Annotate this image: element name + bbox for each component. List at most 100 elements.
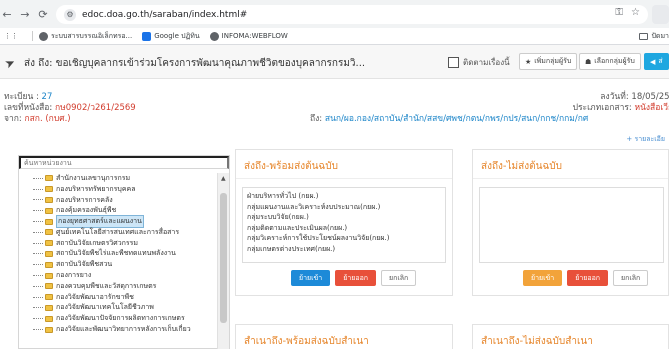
tree-item-label: กองการยาง: [56, 271, 92, 280]
tree-item-label: สถาบันวิจัยพืชสวน: [56, 260, 113, 269]
bookmark-item[interactable]: ระบบสารบรรณอิเล็กทรอ...: [39, 31, 132, 42]
folder-icon: [45, 229, 53, 236]
select-group-label: เลือกกลุ่มผู้รับ: [594, 57, 635, 65]
tree-item-label: กองวิจัยพัฒนาอารักขาพืช: [56, 292, 134, 301]
tree-item[interactable]: กองยุทธศาสตร์และแผนงาน: [19, 215, 217, 229]
recipient-item[interactable]: กลุ่มแผนงานและวิเคราะห์งบประมาณ(กยผ.): [247, 202, 441, 213]
cancel-button[interactable]: ยกเลิก: [613, 270, 649, 286]
address-bar[interactable]: ⚙ edoc.doa.go.th/saraban/index.html# ⚿ ☆: [56, 5, 648, 24]
tree-item-label: กองวิจัยพัฒนาปัจจัยการผลิตทางการเกษตร: [56, 314, 185, 323]
key-icon[interactable]: ⚿: [615, 7, 623, 18]
move-in-button[interactable]: ย้ายเข้า: [291, 270, 331, 286]
folder-icon: [45, 196, 53, 203]
follow-checkbox[interactable]: [448, 57, 459, 68]
calendar-icon: [142, 31, 152, 41]
send-button[interactable]: ◀ ส่: [644, 53, 669, 70]
tree-item[interactable]: กองควบคุมพืชและวัสดุการเกษตร: [19, 281, 217, 292]
all-bookmarks[interactable]: ปัดมา: [639, 31, 669, 42]
forward-arrow-icon[interactable]: →: [18, 7, 32, 21]
from-line: จาก: กสก. (กบศ.): [4, 111, 71, 125]
tree-item-label: กองบริหารทรัพยากรบุคคล: [56, 184, 136, 193]
bookmark-item[interactable]: Google ปฏิทิน: [142, 31, 200, 42]
scroll-thumb[interactable]: [220, 193, 227, 323]
tree-item[interactable]: กองวิจัยพัฒนาปัจจัยการผลิตทางการเกษตร: [19, 313, 217, 324]
tree-item[interactable]: กองวิจัยและพัฒนาวิทยาการหลังการเก็บเกี่ย…: [19, 324, 217, 335]
department-tree-panel: สำนักงานเลขานุการกรมกองบริหารทรัพยากรบุค…: [18, 155, 230, 349]
move-out-button[interactable]: ย้ายออก: [335, 270, 377, 286]
tree-item[interactable]: กองการยาง: [19, 270, 217, 281]
tree-connector: [33, 242, 43, 244]
folder-icon: [45, 294, 53, 301]
to-line: ถึง: สนก/ผอ.กอง/สถาบัน/สำนัก/สสข/ศพช/กตน…: [310, 111, 588, 125]
folder-icon: [45, 186, 53, 193]
card-divider: [473, 178, 668, 179]
cancel-button[interactable]: ยกเลิก: [381, 270, 417, 286]
extension-icon[interactable]: [652, 5, 669, 24]
select-group-button[interactable]: ☗ เลือกกลุ่มผู้รับ: [579, 53, 641, 70]
department-search-input[interactable]: [19, 156, 229, 169]
tree-item-label: กองควบคุมพืชและวัสดุการเกษตร: [56, 281, 157, 290]
send-without-original-card: ส่งถึง-ไม่ส่งต้นฉบับ ย้ายเข้า ย้ายออก ยก…: [472, 149, 669, 296]
tree-item-label: สำนักงานเลขานุการกรม: [56, 173, 131, 182]
tree-item[interactable]: สถาบันวิจัยพืชไร่และพืชทดแทนพลังงาน: [19, 249, 217, 260]
tree-connector: [33, 307, 43, 309]
tree-connector: [33, 177, 43, 179]
scroll-up-arrow-icon[interactable]: ▲: [221, 175, 226, 182]
add-group-button[interactable]: ★ เพิ่มกลุ่มผู้รับ: [519, 53, 578, 70]
more-details-link[interactable]: + รายละเอีย: [626, 134, 665, 145]
tree-item[interactable]: กองบริหารการคลัง: [19, 195, 217, 206]
doc-type-value: หนังสือเวีย: [634, 103, 669, 113]
tree-item[interactable]: สถาบันวิจัยพืชสวน: [19, 259, 217, 270]
folder-icon: [45, 272, 53, 279]
folder-icon: [45, 261, 53, 268]
tree-connector: [33, 264, 43, 266]
recipient-list[interactable]: ฝ่ายบริหารทั่วไป (กยผ.) กลุ่มแผนงานและวิเ…: [242, 187, 446, 263]
star-icon[interactable]: ☆: [631, 7, 640, 18]
tree-connector: [33, 253, 43, 255]
tree-item[interactable]: กองบริหารทรัพยากรบุคคล: [19, 184, 217, 195]
bookmark-label: ปัดมา: [651, 31, 669, 40]
tree-item-label: สถาบันวิจัยพืชไร่และพืชทดแทนพลังงาน: [56, 249, 176, 258]
recipient-item[interactable]: กลุ่มวิเคราะห์การใช้ประโยชน์ผลงานวิจัย(ก…: [247, 233, 441, 244]
tree-connector: [33, 231, 43, 233]
card-divider: [236, 178, 452, 179]
folder-icon: [45, 207, 53, 214]
star-icon: ★: [525, 57, 532, 66]
recipient-item[interactable]: กลุ่มระบบวิจัย(กยผ.): [247, 212, 441, 223]
folder-icon: [45, 250, 53, 257]
tree-item[interactable]: สำนักงานเลขานุการกรม: [19, 173, 217, 184]
back-arrow-icon[interactable]: ←: [0, 7, 14, 21]
move-in-button[interactable]: ย้ายเข้า: [523, 270, 563, 286]
move-out-button[interactable]: ย้ายออก: [567, 270, 609, 286]
recipient-item[interactable]: กลุ่มเกษตรต่างประเทศ(กยผ.): [247, 244, 441, 255]
tree-item[interactable]: สถาบันวิจัยเกษตรวิศวกรรม: [19, 238, 217, 249]
site-settings-icon[interactable]: ⚙: [64, 8, 76, 21]
folder-icon: [639, 32, 649, 40]
tree-item[interactable]: กองวิจัยพัฒนาเทคโนโลยีชีวภาพ: [19, 303, 217, 314]
folder-icon: [45, 315, 53, 322]
recipient-list[interactable]: [479, 187, 664, 263]
to-label: ถึง:: [310, 114, 323, 124]
tree-item[interactable]: กองวิจัยพัฒนาอารักขาพืช: [19, 292, 217, 303]
bookmark-item[interactable]: INFOMA:WEBFLOW: [209, 31, 288, 41]
document-meta: ทะเบียน : 27 เลขที่หนังสือ: กษ0902/ว261/…: [0, 89, 669, 127]
tree-connector: [33, 329, 43, 331]
follow-toggle[interactable]: ติดตามเรื่องนี้: [448, 56, 510, 69]
recipient-item[interactable]: กลุ่มติดตามและประเมินผล(กยผ.): [247, 223, 441, 234]
add-group-label: เพิ่มกลุ่มผู้รับ: [534, 57, 572, 65]
tree-connector: [33, 199, 43, 201]
globe-icon: [209, 31, 219, 41]
apps-grid-icon[interactable]: ⋮⋮: [4, 32, 18, 40]
tree-scrollbar[interactable]: ▲: [217, 173, 229, 349]
tree-connector: [33, 188, 43, 190]
url-text: edoc.doa.go.th/saraban/index.html#: [82, 9, 248, 20]
card-title: สำเนาถึง-พร้อมส่งฉบับสำเนา: [244, 336, 369, 347]
tree-item-label: สถาบันวิจัยเกษตรวิศวกรรม: [56, 238, 139, 247]
reload-icon[interactable]: ⟳: [36, 7, 50, 21]
tree-connector: [33, 221, 43, 223]
folder-icon: [45, 175, 53, 182]
recipient-item[interactable]: ฝ่ายบริหารทั่วไป (กยผ.): [247, 191, 441, 202]
card-title: ส่งถึง-ไม่ส่งต้นฉบับ: [481, 161, 562, 172]
tree-item[interactable]: ศูนย์เทคโนโลยีสารสนเทศและการสื่อสาร: [19, 227, 217, 238]
bookmarks-bar: ⋮⋮ ระบบสารบรรณอิเล็กทรอ... Google ปฏิทิน…: [0, 28, 669, 45]
